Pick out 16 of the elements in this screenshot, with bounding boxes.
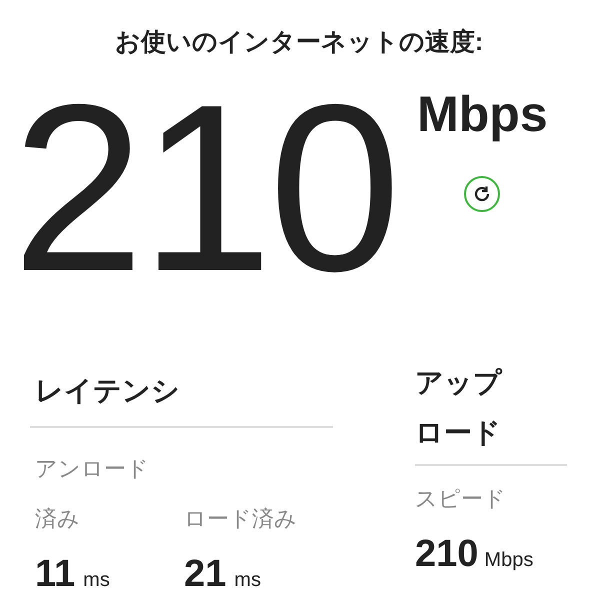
metric-value: 11 — [35, 552, 76, 596]
section-heading: アップロード — [415, 366, 504, 450]
metric-label: スピード — [415, 484, 507, 512]
refresh-icon — [473, 184, 492, 202]
speed-value: 210 — [12, 64, 398, 314]
page-title: お使いのインターネットの速度: — [114, 27, 484, 58]
speed-unit: Mbps — [417, 84, 548, 144]
metric-value: 21 — [184, 552, 226, 596]
refresh-button[interactable] — [464, 176, 500, 212]
metric-unit: ms — [234, 568, 261, 592]
metric-unit: Mbps — [484, 548, 534, 572]
metric-value: 210 — [415, 532, 478, 576]
metric-label: アンロード済み — [35, 454, 150, 532]
metric-unit: ms — [83, 568, 110, 592]
section-heading: レイテンシ — [34, 374, 181, 408]
metric-label: ロード済み — [184, 504, 298, 532]
